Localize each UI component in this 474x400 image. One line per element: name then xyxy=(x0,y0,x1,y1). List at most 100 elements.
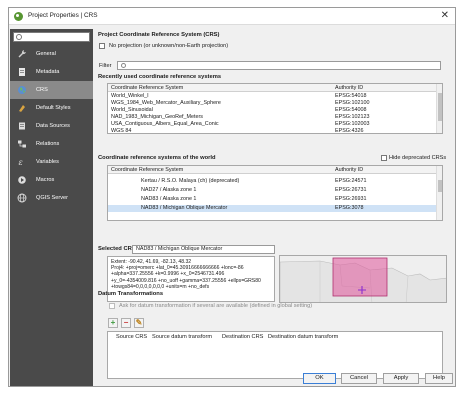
hide-deprecated-checkbox[interactable] xyxy=(381,155,387,161)
crs-section-title: Project Coordinate Reference System (CRS… xyxy=(98,32,220,38)
relations-icon xyxy=(18,140,26,148)
scrollbar-thumb[interactable] xyxy=(438,93,442,121)
sidebar-item-metadata[interactable]: Metadata xyxy=(10,63,93,81)
scrollbar-thumb[interactable] xyxy=(438,180,442,192)
sidebar-item-crs[interactable]: CRS xyxy=(10,81,93,99)
authority-id: EPSG:54008 xyxy=(335,107,367,113)
authority-id: EPSG:102003 xyxy=(335,121,370,127)
proj4-line: +y_0=-4354009.816 +no_uoff +gamma=337.25… xyxy=(111,277,261,284)
proj4-line: +towgs84=0,0,0,0,0,0,0 +units=m +no_defs xyxy=(111,283,210,290)
crs-name: NAD83 / Michigan Oblique Mercator xyxy=(141,205,228,211)
column-header[interactable]: Coordinate Reference System xyxy=(111,167,183,173)
title-bar: Project Properties | CRS ✕ xyxy=(9,8,455,25)
crs-name: WGS_1984_Web_Mercator_Auxiliary_Sphere xyxy=(111,100,221,106)
sidebar-item-relations[interactable]: Relations xyxy=(10,135,93,153)
recent-crs-title: Recently used coordinate reference syste… xyxy=(98,74,222,80)
close-icon[interactable]: ✕ xyxy=(441,10,449,22)
sidebar-item-general[interactable]: General xyxy=(10,45,93,63)
world-crs-table: Coordinate Reference System Authority ID… xyxy=(107,165,443,221)
table-row[interactable]: NAD_1983_Michigan_GeoRef_Meters EPSG:1021… xyxy=(108,114,437,121)
authority-id: EPSG:4326 xyxy=(335,128,364,134)
recent-table-scrollbar[interactable] xyxy=(436,84,442,133)
column-header[interactable]: Source datum transform xyxy=(152,334,212,340)
cancel-button[interactable]: Cancel xyxy=(341,373,377,384)
sidebar-item-label: General xyxy=(36,51,56,57)
sidebar-item-qgis-server[interactable]: QGIS Server xyxy=(10,189,93,207)
extent-map-canvas xyxy=(280,256,446,302)
filter-label: Filter xyxy=(99,63,112,69)
selected-crs-field: NAD83 / Michigan Oblique Mercator xyxy=(132,245,275,254)
table-row[interactable]: NAD83 / Alaska zone 1 EPSG:26931 xyxy=(108,196,437,203)
ok-button[interactable]: OK xyxy=(303,373,336,384)
table-row[interactable]: Kertau / R.S.O. Malaya (ch) (deprecated)… xyxy=(108,178,437,185)
authority-id: EPSG:102100 xyxy=(335,100,370,106)
world-crs-title: Coordinate reference systems of the worl… xyxy=(98,155,216,161)
column-header[interactable]: Source CRS xyxy=(116,334,147,340)
column-header[interactable]: Coordinate Reference System xyxy=(111,85,183,91)
world-table-scrollbar[interactable] xyxy=(436,166,442,220)
table-row[interactable]: NAD27 / Alaska zone 1 EPSG:26731 xyxy=(108,187,437,194)
server-icon xyxy=(17,193,27,203)
table-row[interactable]: World_Winkel_I EPSG:54018 xyxy=(108,93,437,100)
project-properties-window: Project Properties | CRS ✕ General Metad… xyxy=(8,7,456,387)
sidebar-item-label: QGIS Server xyxy=(36,195,69,201)
crs-extent-map[interactable] xyxy=(279,255,447,303)
window-title: Project Properties | CRS xyxy=(28,12,98,19)
datum-section-title: Datum Transformations xyxy=(98,291,164,297)
authority-id: EPSG:26731 xyxy=(335,187,367,193)
sidebar-item-default-styles[interactable]: Default Styles xyxy=(10,99,93,117)
sidebar: General Metadata CRS Default Styles Data… xyxy=(10,29,93,386)
authority-id: EPSG:3078 xyxy=(335,205,364,211)
sidebar-item-macros[interactable]: Macros xyxy=(10,171,93,189)
table-row[interactable]: WGS 84 EPSG:4326 xyxy=(108,128,437,134)
crs-name: NAD27 / Alaska zone 1 xyxy=(141,187,197,193)
macros-icon xyxy=(18,176,26,184)
hide-deprecated-label: Hide deprecated CRSs xyxy=(389,155,447,161)
column-header[interactable]: Authority ID xyxy=(335,167,363,173)
qgis-logo-icon xyxy=(14,12,23,21)
table-row[interactable]: WGS_1984_Web_Mercator_Auxiliary_Sphere EP… xyxy=(108,100,437,107)
table-row[interactable]: USA_Contiguous_Albers_Equal_Area_Conic EP… xyxy=(108,121,437,128)
sidebar-item-label: Metadata xyxy=(36,69,60,75)
variables-icon: ε xyxy=(19,158,23,167)
remove-transform-button[interactable]: − xyxy=(121,318,131,328)
authority-id: EPSG:102123 xyxy=(335,114,370,120)
no-projection-checkbox[interactable] xyxy=(99,43,105,49)
sidebar-item-variables[interactable]: ε Variables xyxy=(10,153,93,171)
add-transform-button[interactable]: + xyxy=(108,318,118,328)
ask-datum-checkbox[interactable] xyxy=(109,303,115,309)
metadata-icon xyxy=(19,68,25,76)
column-header[interactable]: Authority ID xyxy=(335,85,363,91)
apply-button[interactable]: Apply xyxy=(383,373,419,384)
styles-icon xyxy=(18,105,25,113)
search-icon xyxy=(121,63,126,68)
column-header[interactable]: Destination datum transform xyxy=(268,334,338,340)
wrench-icon xyxy=(18,50,26,58)
filter-input[interactable] xyxy=(117,61,441,70)
table-row[interactable]: World_Sinusoidal EPSG:54008 xyxy=(108,107,437,114)
search-icon xyxy=(16,34,22,40)
sidebar-search-input[interactable] xyxy=(13,32,90,42)
dialog-button-bar: OK Cancel Apply Help xyxy=(95,370,453,386)
crs-name: World_Winkel_I xyxy=(111,93,149,99)
column-header[interactable]: Destination CRS xyxy=(222,334,263,340)
edit-transform-button[interactable]: ✎ xyxy=(134,318,144,328)
globe-icon xyxy=(18,86,26,94)
sidebar-item-label: Relations xyxy=(36,141,60,147)
database-icon xyxy=(19,122,25,130)
crs-name: WGS 84 xyxy=(111,128,132,134)
table-row-selected[interactable]: NAD83 / Michigan Oblique Mercator EPSG:30… xyxy=(108,205,437,212)
sidebar-item-label: Macros xyxy=(36,177,55,183)
help-button[interactable]: Help xyxy=(425,373,453,384)
table-header: Coordinate Reference System Authority ID xyxy=(108,84,437,92)
sidebar-item-label: Data Sources xyxy=(36,123,70,129)
selected-crs-label: Selected CRS xyxy=(98,246,136,252)
authority-id: EPSG:24571 xyxy=(335,178,367,184)
crs-name: NAD_1983_Michigan_GeoRef_Meters xyxy=(111,114,203,120)
authority-id: EPSG:26931 xyxy=(335,196,367,202)
crs-name: NAD83 / Alaska zone 1 xyxy=(141,196,197,202)
sidebar-item-label: Default Styles xyxy=(36,105,71,111)
crs-name: World_Sinusoidal xyxy=(111,107,153,113)
sidebar-item-data-sources[interactable]: Data Sources xyxy=(10,117,93,135)
recent-crs-table: Coordinate Reference System Authority ID… xyxy=(107,83,443,134)
